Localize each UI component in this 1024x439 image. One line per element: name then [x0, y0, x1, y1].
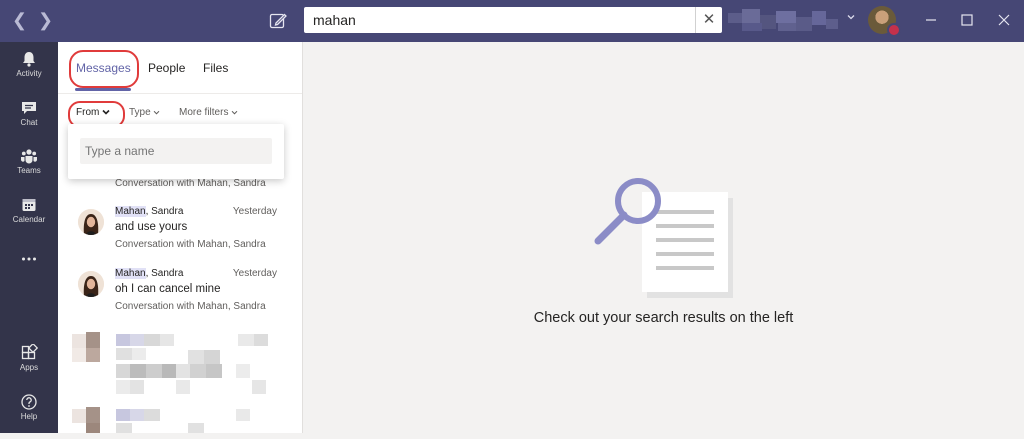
search-box[interactable]: mahan ✕ [304, 7, 722, 33]
rail-item-chat[interactable]: Chat [0, 99, 58, 145]
rail-item-calendar[interactable]: Calendar [0, 196, 58, 242]
rail-item-teams[interactable]: Teams [0, 147, 58, 193]
result-timestamp: Yesterday [232, 206, 277, 217]
filter-more-label: More filters [179, 107, 229, 118]
avatar [78, 271, 104, 297]
highlight-annotation [69, 50, 139, 88]
title-bar: ❮ ❯ mahan ✕ [0, 0, 1024, 42]
results-panel: Messages People Files From Type More fil… [58, 42, 303, 433]
maximize-icon[interactable] [957, 10, 977, 30]
search-illustration-icon [594, 178, 733, 298]
bell-icon [23, 52, 35, 67]
rail-item-help[interactable]: Help [0, 393, 58, 439]
search-input[interactable]: mahan [313, 12, 356, 28]
rail-item-more[interactable] [0, 250, 58, 296]
filter-type-button[interactable]: Type [129, 107, 160, 118]
result-participants: Mahan, Sandra [115, 268, 184, 279]
tab-files[interactable]: Files [203, 61, 228, 75]
account-switcher[interactable] [728, 9, 840, 33]
chevron-down-icon[interactable] [846, 12, 856, 22]
chevron-down-icon [154, 110, 160, 115]
result-timestamp: Yesterday [232, 268, 277, 279]
list-item[interactable]: Mahan, Sandra Yesterday oh I can cancel … [58, 268, 302, 330]
result-participants: Mahan, Sandra [115, 206, 184, 217]
chevron-down-icon [231, 110, 238, 115]
filter-more-button[interactable]: More filters [179, 107, 238, 118]
result-conversation: Conversation with Mahan, Sandra [115, 239, 266, 250]
redacted-result [58, 407, 302, 433]
more-icon [22, 257, 36, 261]
status-badge [887, 23, 901, 37]
forward-icon[interactable]: ❯ [38, 10, 53, 31]
result-conversation: Conversation with Mahan, Sandra [115, 301, 266, 312]
list-item[interactable]: Mahan, Sandra Yesterday and use yours Co… [58, 206, 302, 268]
apps-icon [21, 344, 38, 360]
rail-item-apps[interactable]: Apps [0, 344, 58, 390]
back-icon[interactable]: ❮ [12, 10, 27, 31]
chat-icon [22, 102, 36, 114]
calendar-icon [22, 199, 36, 211]
teams-icon [21, 149, 37, 164]
result-message: and use yours [115, 221, 188, 233]
active-tab-indicator [75, 88, 131, 91]
name-filter-input[interactable] [80, 138, 272, 164]
close-icon[interactable]: ✕ [695, 7, 722, 33]
filter-type-label: Type [129, 107, 151, 118]
app-rail: Activity Chat Teams Calendar Apps Help [0, 42, 58, 433]
minimize-icon[interactable] [921, 10, 941, 30]
tab-people[interactable]: People [148, 61, 185, 75]
empty-state-message: Check out your search results on the lef… [533, 310, 794, 326]
conversation-label: Conversation with Mahan, Sandra [115, 178, 266, 189]
compose-icon[interactable] [268, 11, 288, 31]
divider [58, 93, 302, 94]
close-window-icon[interactable] [994, 10, 1014, 30]
avatar [78, 209, 104, 235]
result-message: oh I can cancel mine [115, 283, 221, 295]
rail-item-activity[interactable]: Activity [0, 50, 58, 96]
from-filter-dropdown [68, 124, 284, 179]
help-icon [21, 394, 37, 410]
redacted-result [58, 330, 302, 400]
main-content: Check out your search results on the lef… [303, 42, 1024, 433]
